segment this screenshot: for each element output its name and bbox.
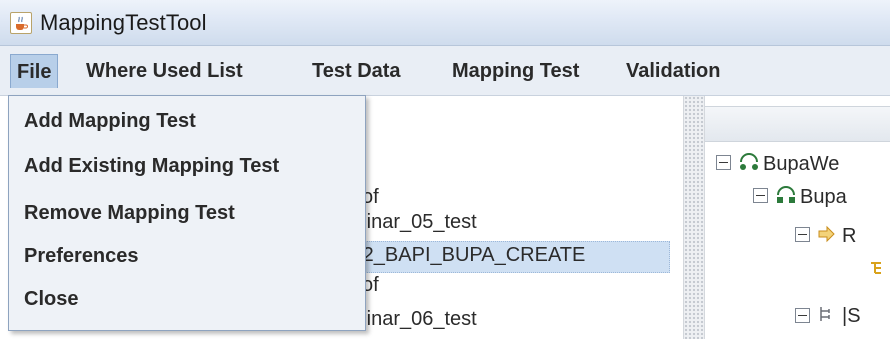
- tree-collapse-icon[interactable]: [795, 308, 810, 323]
- right-tree-pane: BupaWe Bupa R |S: [705, 96, 890, 339]
- menu-item-preferences[interactable]: Preferences: [24, 241, 139, 271]
- tree-row-label[interactable]: minar_06_test: [350, 308, 477, 331]
- menu-item-close[interactable]: Close: [24, 284, 78, 314]
- menu-mapping-test[interactable]: Mapping Test: [446, 54, 585, 88]
- web-service-icon: [738, 152, 760, 179]
- tree-row-label[interactable]: BupaWe: [763, 153, 839, 176]
- menu-item-add-mapping-test[interactable]: Add Mapping Test: [24, 106, 196, 136]
- tree-row-label[interactable]: minar_05_test: [350, 211, 477, 234]
- interface-icon: [775, 185, 797, 212]
- file-menu-dropdown: Add Mapping Test Add Existing Mapping Te…: [8, 95, 366, 331]
- tree-row-label[interactable]: R: [842, 225, 856, 248]
- tree-row-label-selected[interactable]: t_2_BAPI_BUPA_CREATE: [346, 244, 585, 267]
- arrow-right-icon: [817, 224, 837, 249]
- menu-item-remove-mapping-test[interactable]: Remove Mapping Test: [24, 198, 235, 228]
- java-cup-icon: [10, 12, 32, 34]
- right-pane-header: [705, 106, 890, 142]
- window-title: MappingTestTool: [40, 10, 207, 35]
- tree-collapse-icon[interactable]: [716, 155, 731, 170]
- menu-test-data[interactable]: Test Data: [306, 54, 407, 88]
- tree-row-label[interactable]: |S: [842, 305, 861, 328]
- menu-bar: File Where Used List Test Data Mapping T…: [0, 46, 890, 96]
- title-bar: MappingTestTool: [0, 0, 890, 46]
- tree-collapse-icon[interactable]: [795, 227, 810, 242]
- connector-icon: [817, 304, 837, 329]
- menu-item-add-existing-mapping-test[interactable]: Add Existing Mapping Test: [24, 151, 279, 181]
- structure-icon: [869, 259, 887, 282]
- tree-row-label[interactable]: Bupa: [800, 186, 847, 209]
- menu-validation[interactable]: Validation: [620, 54, 726, 88]
- menu-where-used-list[interactable]: Where Used List: [80, 54, 249, 88]
- tree-collapse-icon[interactable]: [753, 188, 768, 203]
- menu-file[interactable]: File: [10, 54, 59, 88]
- pane-splitter[interactable]: [683, 96, 705, 339]
